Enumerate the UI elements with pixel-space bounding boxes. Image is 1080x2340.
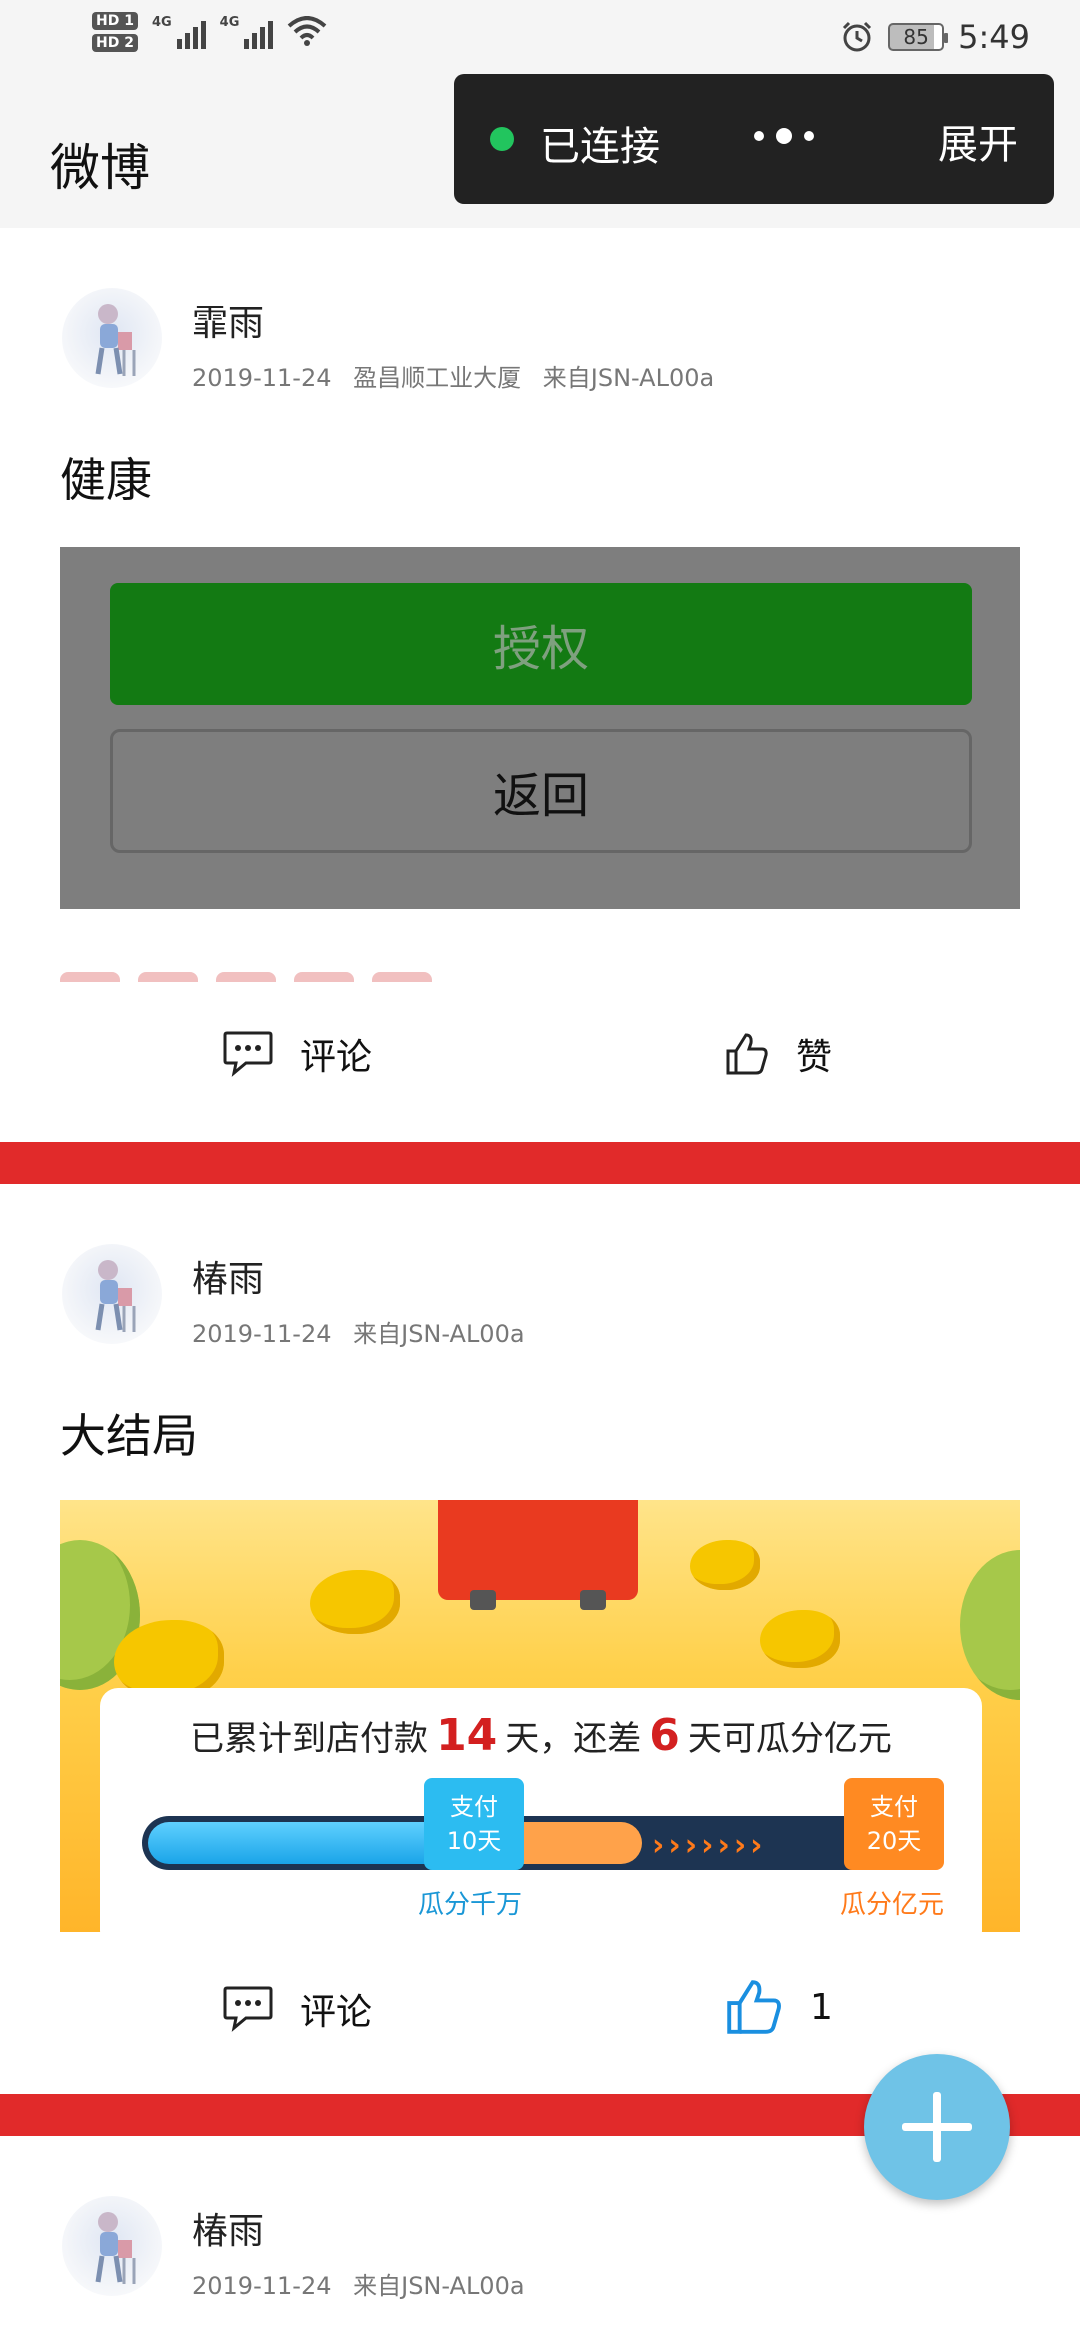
headline-mid: 天，还差	[505, 1719, 642, 1759]
expand-button[interactable]: 展开	[938, 112, 1018, 170]
alarm-icon	[843, 21, 872, 52]
tag2-line1: 支付	[870, 1793, 918, 1821]
connected-dot-icon	[490, 127, 514, 151]
signal-icon-1: 4G	[152, 15, 206, 49]
post-meta: 2019-11-24 来自JSN-AL00a	[192, 1314, 539, 1349]
avatar-illustration-icon	[95, 2212, 136, 2284]
progress-card: 已累计到店付款 14 天，还差 6 天可瓜分亿元 ››››››› 支付 10天 支付 2…	[100, 1688, 982, 1932]
post-username[interactable]: 椿雨	[192, 2202, 264, 2254]
milestone-label-2: 瓜分亿元	[840, 1890, 945, 1920]
comment-button[interactable]: 评论	[222, 1983, 372, 2035]
authorize-button[interactable]: 授权	[110, 583, 972, 705]
headline-suffix: 天可瓜分亿元	[687, 1719, 892, 1759]
post-text: 健康	[60, 453, 152, 507]
back-button[interactable]: 返回	[110, 729, 972, 853]
post-date: 2019-11-24	[192, 2272, 332, 2300]
clock: 5:49	[958, 18, 1030, 56]
post-actions: 评论 赞	[0, 1000, 1080, 1110]
post-source: 来自JSN-AL00a	[542, 364, 715, 392]
battery-icon: 85	[888, 23, 949, 51]
post-location[interactable]: 盈昌顺工业大厦	[353, 364, 521, 392]
like-count: 1	[810, 1986, 833, 2028]
progress-fill	[148, 1822, 448, 1864]
comment-button[interactable]: 评论	[222, 1028, 372, 1080]
wifi-icon	[288, 16, 327, 46]
progress-track: ›››››››	[142, 1816, 938, 1870]
plus-icon	[902, 2092, 972, 2162]
avatar-illustration-icon	[95, 1260, 136, 1332]
character-leg	[580, 1590, 606, 1610]
character-decoration	[438, 1500, 638, 1600]
like-label: 赞	[796, 1037, 833, 1078]
tag1-line1: 支付	[450, 1793, 498, 1821]
like-button[interactable]: 1	[724, 1977, 833, 2037]
bean-decoration	[310, 1570, 400, 1634]
post-text: 大结局	[60, 1409, 198, 1463]
bean-decoration	[690, 1540, 760, 1590]
hd1-badge: HD 1	[92, 12, 138, 30]
days-paid: 14	[436, 1710, 498, 1761]
comment-icon	[223, 1986, 273, 2032]
hd2-badge: HD 2	[92, 34, 138, 52]
progress-headline: 已累计到店付款 14 天，还差 6 天可瓜分亿元	[100, 1710, 982, 1761]
tag2-line2: 20天	[866, 1827, 922, 1855]
post-actions: 评论 1	[0, 1955, 1080, 2065]
post-date: 2019-11-24	[192, 364, 332, 392]
milestone-tag-20: 支付 20天	[844, 1778, 944, 1870]
tag1-line2: 10天	[446, 1827, 502, 1855]
post-username[interactable]: 椿雨	[192, 1250, 264, 1302]
progress-fill-orange	[522, 1822, 642, 1864]
milestone-tag-10: 支付 10天	[424, 1778, 524, 1870]
truncated-content	[60, 960, 1020, 982]
more-dots-icon[interactable]	[754, 128, 814, 144]
like-button[interactable]: 赞	[724, 1028, 832, 1080]
bean-decoration	[760, 1610, 840, 1668]
post-source: 来自JSN-AL00a	[353, 1320, 525, 1348]
network-type-1: 4G	[151, 15, 172, 30]
comment-label: 评论	[300, 1037, 373, 1078]
post-date: 2019-11-24	[192, 1320, 332, 1348]
tree-decoration	[960, 1550, 1020, 1700]
post-source: 来自JSN-AL00a	[353, 2272, 525, 2300]
post-image-banner[interactable]: 已累计到店付款 14 天，还差 6 天可瓜分亿元 ››››››› 支付 10天 支付 2…	[60, 1500, 1020, 1932]
page-title: 微博	[50, 139, 150, 197]
character-leg	[470, 1590, 496, 1610]
battery-level: 85	[903, 25, 929, 49]
chevrons-icon: ›››››››	[652, 1828, 767, 1863]
post-meta: 2019-11-24 来自JSN-AL00a	[192, 2266, 539, 2301]
post-divider	[0, 1142, 1080, 1184]
post-username[interactable]: 霏雨	[192, 294, 264, 346]
comment-label: 评论	[300, 1992, 373, 2033]
thumb-up-icon	[727, 1980, 781, 2034]
days-left: 6	[649, 1710, 680, 1761]
connection-status: 已连接	[540, 124, 660, 170]
avatar[interactable]	[62, 288, 162, 388]
avatar-illustration-icon	[95, 304, 136, 376]
headline-prefix: 已累计到店付款	[190, 1719, 429, 1759]
post-image-dialog[interactable]: 授权 返回	[60, 547, 1020, 909]
compose-fab-button[interactable]	[864, 2054, 1010, 2200]
thumb-up-icon	[726, 1033, 768, 1075]
avatar[interactable]	[62, 1244, 162, 1344]
post-meta: 2019-11-24 盈昌顺工业大厦 来自JSN-AL00a	[192, 358, 728, 393]
milestone-label-1: 瓜分千万	[418, 1890, 523, 1920]
status-bar: HD 1 HD 2 4G 4G 85 5:49	[0, 0, 1080, 76]
connection-pill[interactable]: 已连接 展开	[454, 74, 1054, 204]
signal-icon-2: 4G	[220, 15, 274, 49]
avatar[interactable]	[62, 2196, 162, 2296]
hd-indicator: HD 1 HD 2	[92, 12, 138, 52]
comment-icon	[223, 1031, 273, 1077]
network-type-2: 4G	[219, 15, 240, 30]
